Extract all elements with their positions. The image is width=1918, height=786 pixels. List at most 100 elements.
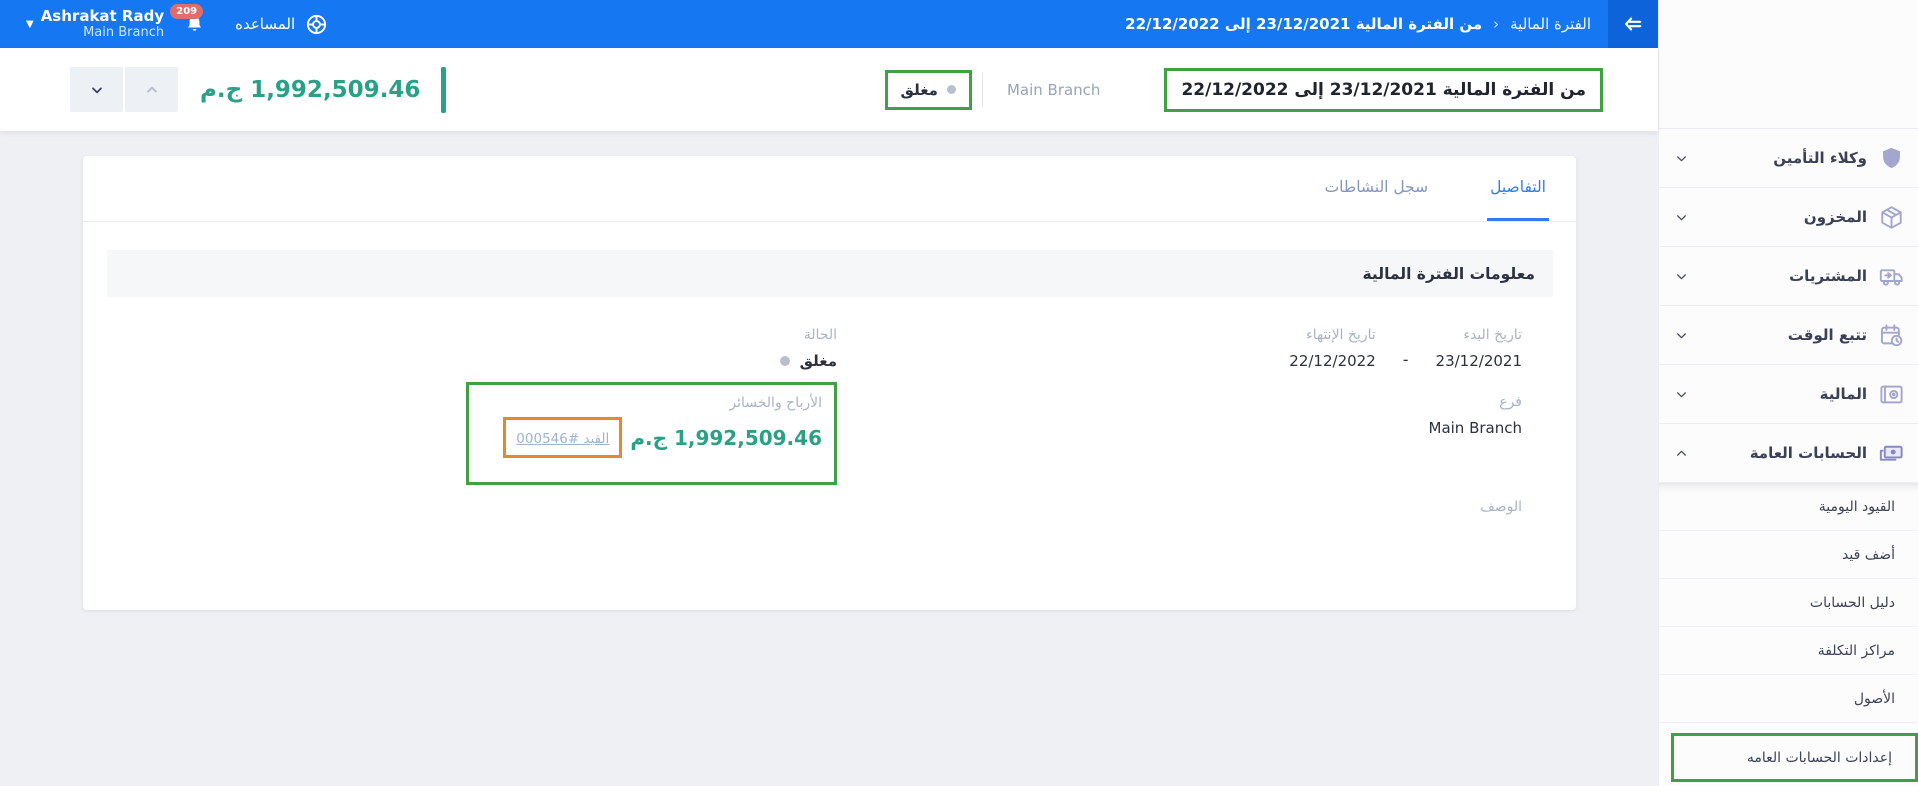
collapse-arrow-icon — [1622, 13, 1644, 35]
tabs-bar: التفاصيل سجل النشاطات — [83, 156, 1576, 222]
pnl-field-cell: الأرباح والخسائر 1,992,509.46 ج.م القيد … — [137, 382, 837, 485]
subitem-label: مراكز التكلفة — [1817, 642, 1895, 659]
financial-period-card: التفاصيل سجل النشاطات معلومات الفترة الم… — [83, 156, 1576, 610]
main-column: الفترة المالية ‹ من الفترة المالية 23/12… — [0, 0, 1658, 786]
sidebar-item-time-tracking[interactable]: تتبع الوقت — [1659, 306, 1918, 365]
end-date-field: تاريخ الإنتهاء 22/12/2022 — [1289, 327, 1375, 370]
chevron-down-icon — [1675, 388, 1688, 401]
pnl-amount: 1,992,509.46 ج.م — [630, 425, 822, 450]
calendar-clock-icon — [1878, 322, 1905, 349]
subitem-label: إعدادات الحسابات العامه — [1746, 749, 1892, 766]
status-field: الحالة مغلق — [137, 327, 837, 370]
status-dot-icon — [946, 85, 956, 94]
sidebar-subitem-journal-entries[interactable]: القيود اليومية — [1659, 483, 1918, 531]
sidebar-item-label: المالية — [1819, 385, 1867, 403]
safe-icon — [1878, 381, 1905, 408]
user-branch: Main Branch — [83, 25, 165, 41]
sidebar-subitem-assets[interactable]: الأصول — [1659, 675, 1918, 723]
tab-activity-log[interactable]: سجل النشاطات — [1322, 156, 1432, 221]
chevron-up-icon — [144, 82, 160, 98]
subitem-label: دليل الحسابات — [1809, 594, 1895, 611]
start-date-field: تاريخ البدء 23/12/2021 — [1436, 327, 1522, 370]
description-field: الوصف — [837, 499, 1522, 524]
sidebar-item-purchases[interactable]: المشتريات — [1659, 247, 1918, 306]
sidebar-item-insurance-agents[interactable]: وكلاء التأمين — [1659, 129, 1918, 188]
status-label: الحالة — [803, 327, 837, 343]
sidebar-subitem-cost-centers[interactable]: مراكز التكلفة — [1659, 627, 1918, 675]
header-amount: 1,992,509.46 ج.م — [200, 76, 421, 103]
package-icon — [1878, 204, 1905, 231]
sidebar-item-label: المخزون — [1803, 208, 1867, 226]
user-name: Ashrakat Rady — [40, 6, 165, 25]
content-area: التفاصيل سجل النشاطات معلومات الفترة الم… — [0, 131, 1658, 786]
sidebar-subitem-general-accounts-settings[interactable]: إعدادات الحسابات العامه — [1671, 733, 1918, 782]
sidebar-menu: وكلاء التأمين المخزون المشتريات تتبع الو… — [1659, 128, 1918, 782]
truck-icon — [1878, 263, 1905, 290]
sidebar: وكلاء التأمين المخزون المشتريات تتبع الو… — [1658, 0, 1918, 786]
subitem-label: الأصول — [1853, 690, 1895, 707]
general-accounts-submenu: القيود اليومية أضف قيد دليل الحسابات مرا… — [1659, 483, 1918, 782]
status-value: مغلق — [799, 352, 837, 370]
branch-label: فرع — [1499, 394, 1522, 410]
empty-cell — [137, 499, 837, 524]
lifebuoy-icon — [305, 13, 328, 36]
branch-value: Main Branch — [1428, 419, 1523, 437]
chevron-down-icon — [1675, 329, 1688, 342]
user-names: Ashrakat Rady Main Branch — [41, 7, 164, 42]
date-range-dash: - — [1402, 350, 1409, 369]
shield-icon — [1878, 145, 1905, 172]
start-date-value: 23/12/2021 — [1435, 352, 1522, 370]
subitem-label: أضف قيد — [1842, 546, 1895, 563]
topbar-left-cluster: المساعده 209 Ashrakat Rady Main Branch ▼ — [0, 3, 328, 42]
sidebar-subitem-add-entry[interactable]: أضف قيد — [1659, 531, 1918, 579]
entry-link-annotation-box: القيد #000546 — [503, 417, 623, 458]
subitem-label: القيود اليومية — [1818, 498, 1895, 515]
period-dates-field: تاريخ البدء 23/12/2021 - تاريخ الإنتهاء … — [837, 327, 1522, 370]
journal-entry-link[interactable]: القيد #000546 — [516, 431, 609, 447]
chevron-down-icon — [1675, 152, 1688, 165]
end-date-label: تاريخ الإنتهاء — [1306, 327, 1376, 343]
status-dot-icon — [779, 356, 790, 366]
sidebar-item-finance[interactable]: المالية — [1659, 365, 1918, 424]
sidebar-item-label: الحسابات العامة — [1749, 444, 1867, 462]
help-button[interactable]: المساعده — [235, 13, 328, 36]
topbar: الفترة المالية ‹ من الفترة المالية 23/12… — [0, 0, 1658, 48]
caret-down-icon: ▼ — [26, 18, 34, 30]
notification-count-badge: 209 — [170, 3, 204, 19]
header-branch-label: Main Branch — [1006, 80, 1101, 99]
chevron-up-icon — [1675, 447, 1688, 460]
help-label: المساعده — [235, 15, 296, 33]
pnl-label: الأرباح والخسائر — [729, 395, 822, 411]
section-title: معلومات الفترة المالية — [107, 250, 1553, 297]
sidebar-item-general-accounts[interactable]: الحسابات العامة — [1659, 424, 1918, 483]
page-title: من الفترة المالية 23/12/2021 إلى 22/12/2… — [1164, 67, 1603, 112]
breadcrumb: الفترة المالية ‹ من الفترة المالية 23/12… — [1125, 15, 1591, 33]
user-menu[interactable]: Ashrakat Rady Main Branch ▼ — [18, 7, 164, 42]
tab-details[interactable]: التفاصيل — [1487, 156, 1549, 221]
page-header: من الفترة المالية 23/12/2021 إلى 22/12/2… — [0, 48, 1658, 131]
description-label: الوصف — [1480, 499, 1522, 515]
sidebar-subitem-chart-of-accounts[interactable]: دليل الحسابات — [1659, 579, 1918, 627]
sidebar-collapse-button[interactable] — [1608, 0, 1658, 48]
sidebar-item-inventory[interactable]: المخزون — [1659, 188, 1918, 247]
chevron-down-icon — [1675, 270, 1688, 283]
app-root: وكلاء التأمين المخزون المشتريات تتبع الو… — [0, 0, 1918, 786]
notifications-button[interactable]: 209 — [170, 3, 205, 35]
prev-period-button[interactable] — [125, 67, 178, 112]
sidebar-item-label: تتبع الوقت — [1787, 326, 1867, 344]
status-badge: مغلق — [884, 69, 972, 110]
breadcrumb-current: من الفترة المالية 23/12/2021 إلى 22/12/2… — [1125, 15, 1483, 33]
sidebar-item-label: وكلاء التأمين — [1773, 149, 1867, 167]
chevron-down-icon — [89, 82, 105, 98]
header-divider — [981, 72, 983, 107]
start-date-label: تاريخ البدء — [1463, 327, 1522, 343]
branch-field: فرع Main Branch — [837, 394, 1523, 475]
pnl-field: الأرباح والخسائر 1,992,509.46 ج.م القيد … — [466, 382, 837, 485]
header-amount-cluster: 1,992,509.46 ج.م — [70, 66, 447, 113]
breadcrumb-chevron-icon: ‹ — [1493, 15, 1500, 33]
status-badge-label: مغلق — [900, 80, 938, 99]
breadcrumb-parent[interactable]: الفترة المالية — [1510, 15, 1591, 33]
next-period-button[interactable] — [70, 67, 123, 112]
chevron-down-icon — [1675, 211, 1688, 224]
end-date-value: 22/12/2022 — [1289, 352, 1376, 370]
